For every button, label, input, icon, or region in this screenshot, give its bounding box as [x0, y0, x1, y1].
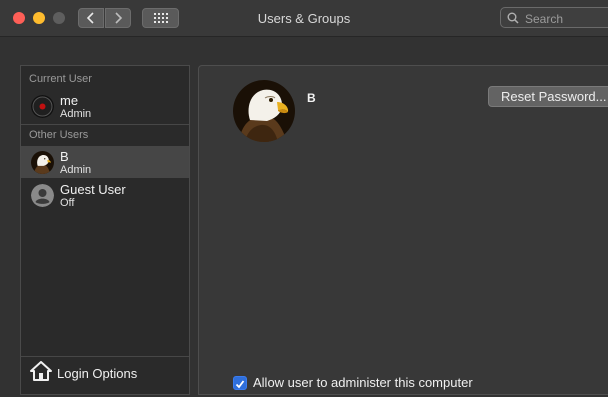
users-sidebar: Current User me Admin Other Users B Admi…: [20, 65, 190, 395]
user-row-current[interactable]: me Admin: [21, 90, 189, 122]
user-detail-panel: B Reset Password... Allow user to admini…: [198, 65, 608, 395]
other-users-section-label: Other Users: [29, 129, 89, 141]
user-role: Off: [60, 197, 75, 209]
user-role: Admin: [60, 108, 92, 120]
user-name: me: [60, 93, 79, 108]
user-row-b[interactable]: B Admin: [21, 146, 189, 178]
user-name: B: [60, 149, 69, 164]
avatar: [31, 95, 54, 118]
user-role: Admin: [60, 164, 92, 176]
admin-checkbox-label: Allow user to administer this computer: [253, 375, 473, 390]
eagle-avatar-icon: [233, 80, 295, 142]
login-options-row[interactable]: Login Options: [21, 356, 189, 397]
eagle-avatar-icon: [31, 151, 54, 174]
section-divider: [21, 124, 189, 125]
avatar[interactable]: [233, 80, 295, 142]
search-input[interactable]: [523, 9, 608, 28]
selected-user-name: B: [307, 91, 316, 105]
user-avatar-icon: [31, 95, 54, 118]
search-icon: [507, 12, 519, 24]
user-row-guest[interactable]: Guest User Off: [21, 179, 189, 211]
checkmark-icon: [235, 380, 245, 389]
guest-user-icon: [31, 184, 54, 207]
house-icon: [30, 361, 52, 381]
avatar: [31, 151, 54, 174]
current-user-section-label: Current User: [29, 73, 92, 85]
title-bar: Users & Groups: [0, 0, 608, 37]
admin-checkbox[interactable]: [233, 376, 247, 390]
reset-password-button[interactable]: Reset Password...: [488, 86, 608, 107]
search-field[interactable]: [500, 7, 608, 28]
avatar: [31, 184, 54, 207]
user-name: Guest User: [60, 182, 126, 197]
